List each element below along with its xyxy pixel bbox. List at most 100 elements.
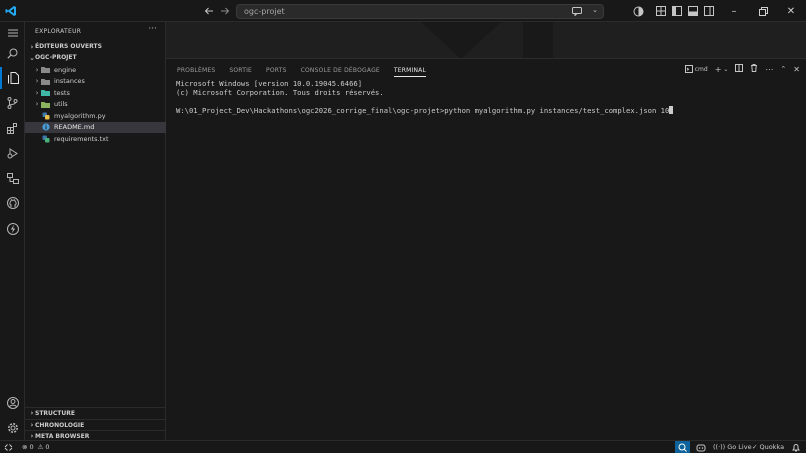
test-folder-icon <box>41 89 50 97</box>
back-arrow-icon[interactable] <box>202 4 216 18</box>
source-control-icon[interactable] <box>0 92 25 114</box>
chevron-right-icon: › <box>30 42 34 51</box>
folder-icon <box>41 66 50 74</box>
restore-window-icon[interactable] <box>749 0 777 22</box>
vscode-logo-icon[interactable] <box>4 4 18 18</box>
info-file-icon <box>41 123 50 131</box>
gear-icon[interactable] <box>0 417 25 439</box>
chevron-right-icon: › <box>35 77 39 86</box>
chevron-right-icon: › <box>35 100 39 109</box>
error-count: 0 <box>29 443 34 451</box>
panel-actions: cmd + ⌄ ⋯ ⌃ ✕ <box>684 64 800 74</box>
explorer-header: EXPLORATEUR <box>35 28 82 35</box>
chevron-right-icon: › <box>35 65 39 74</box>
github-icon[interactable] <box>0 192 25 214</box>
open-editors-section[interactable]: › ÉDITEURS OUVERTS <box>25 41 166 52</box>
warning-count: 0 <box>45 443 50 451</box>
go-live-button[interactable]: ((·)) Go Live <box>713 441 752 453</box>
tab-terminal[interactable]: TERMINAL <box>393 67 427 77</box>
toggle-panel-icon[interactable] <box>686 4 700 18</box>
extensions-icon[interactable] <box>0 117 25 139</box>
tab-output[interactable]: SORTIE <box>229 67 252 77</box>
bottom-panel: PROBLÈMES SORTIE PORTS CONSOLE DE DÉBOGA… <box>166 59 806 440</box>
status-bar: ⊗ 0 ⚠ 0 ((·)) Go Live ✓ Quokka <box>0 440 806 453</box>
zoom-search-icon[interactable] <box>675 441 690 453</box>
command-center-search[interactable]: ogc-projet ⌄ <box>236 4 604 19</box>
close-window-icon[interactable]: ✕ <box>777 0 805 22</box>
toggle-secondary-sidebar-icon[interactable] <box>702 4 716 18</box>
requirements-file-icon <box>41 135 50 143</box>
folder-icon <box>41 78 50 85</box>
terminal-name: cmd <box>694 65 708 73</box>
chevron-right-icon: › <box>30 409 34 417</box>
tree-item-label: README.md <box>54 123 95 132</box>
tree-folder-engine[interactable]: › engine <box>25 64 166 76</box>
trash-icon[interactable] <box>750 64 758 74</box>
quokka-button[interactable]: ✓ Quokka <box>752 441 784 453</box>
menu-icon[interactable] <box>0 22 25 44</box>
run-debug-icon[interactable] <box>0 142 25 164</box>
tree-item-label: myalgorithm.py <box>54 111 106 120</box>
copilot-chat-icon[interactable] <box>572 7 583 18</box>
tree-folder-instances[interactable]: › instances <box>25 76 166 88</box>
tree-folder-utils[interactable]: › utils <box>25 99 166 111</box>
project-label: OGC-PROJET <box>35 54 77 61</box>
open-editors-label: ÉDITEURS OUVERTS <box>35 43 102 50</box>
chevron-down-icon[interactable]: ⌄ <box>723 66 728 73</box>
maximize-panel-icon[interactable]: ⌃ <box>780 65 786 73</box>
tree-item-label: requirements.txt <box>54 134 109 143</box>
explorer-icon[interactable] <box>0 67 25 89</box>
more-actions-icon[interactable]: ··· <box>148 24 157 34</box>
quokka-label: Quokka <box>759 443 785 451</box>
terminal-output[interactable]: Microsoft Windows [version 10.0.19045.64… <box>176 79 674 115</box>
tree-file-myalgorithm[interactable]: myalgorithm.py <box>25 110 166 122</box>
problems-indicator[interactable]: ⊗ 0 ⚠ 0 <box>22 441 50 453</box>
python-file-icon <box>41 112 50 120</box>
customize-layout-icon[interactable] <box>654 4 668 18</box>
new-terminal-plus-icon[interactable]: + <box>715 65 722 74</box>
tree-item-label: utils <box>54 100 68 109</box>
timeline-label: CHRONOLOGIE <box>35 421 85 429</box>
search-text: ogc-projet <box>244 7 285 16</box>
tree-item-label: engine <box>54 65 77 74</box>
utils-folder-icon <box>41 101 50 108</box>
close-panel-icon[interactable]: ✕ <box>793 65 800 74</box>
tree-folder-tests[interactable]: › tests <box>25 87 166 99</box>
thunder-client-icon[interactable] <box>0 218 25 240</box>
accounts-color-icon[interactable] <box>631 4 645 18</box>
timeline-section[interactable]: › CHRONOLOGIE <box>25 419 166 430</box>
bell-icon[interactable] <box>792 441 800 453</box>
search-icon[interactable] <box>0 42 25 64</box>
explorer-sidebar: EXPLORATEUR ··· › ÉDITEURS OUVERTS ⌄ OGC… <box>25 22 166 440</box>
tree-file-requirements[interactable]: requirements.txt <box>25 133 166 145</box>
editor-area <box>166 22 806 59</box>
title-bar: ogc-projet ⌄ – ✕ <box>0 0 806 22</box>
meta-browser-label: META BROWSER <box>35 432 90 440</box>
ellipsis-icon[interactable]: ⋯ <box>765 65 773 74</box>
tab-problems[interactable]: PROBLÈMES <box>177 67 215 77</box>
tree-file-readme[interactable]: README.md <box>25 121 166 133</box>
project-section[interactable]: ⌄ OGC-PROJET <box>25 52 166 63</box>
tab-ports[interactable]: PORTS <box>266 67 287 77</box>
remote-explorer-icon[interactable] <box>0 167 25 189</box>
broadcast-icon: ((·)) <box>713 443 726 451</box>
minimize-window-icon[interactable]: – <box>720 0 748 22</box>
vscode-watermark-icon <box>421 22 553 58</box>
copilot-icon[interactable] <box>696 441 706 453</box>
remote-indicator-icon[interactable] <box>4 441 13 453</box>
chevron-right-icon: › <box>30 432 34 440</box>
structure-section[interactable]: › STRUCTURE <box>25 407 166 418</box>
account-icon[interactable] <box>0 392 25 414</box>
forward-arrow-icon[interactable] <box>218 4 232 18</box>
split-terminal-icon[interactable] <box>735 64 744 74</box>
terminal-line: (c) Microsoft Corporation. Tous droits r… <box>176 87 384 97</box>
tree-item-label: instances <box>54 77 85 86</box>
warning-icon: ⚠ <box>37 443 44 451</box>
chevron-right-icon: › <box>35 88 39 97</box>
terminal-command-line: W:\01_Project_Dev\Hackathons\ogc2026_cor… <box>176 105 670 115</box>
terminal-selector[interactable]: cmd <box>684 65 708 73</box>
toggle-primary-sidebar-icon[interactable] <box>670 4 684 18</box>
chevron-down-icon[interactable]: ⌄ <box>592 6 598 14</box>
tab-debug-console[interactable]: CONSOLE DE DÉBOGAGE <box>301 67 380 77</box>
activity-bar <box>0 22 25 440</box>
